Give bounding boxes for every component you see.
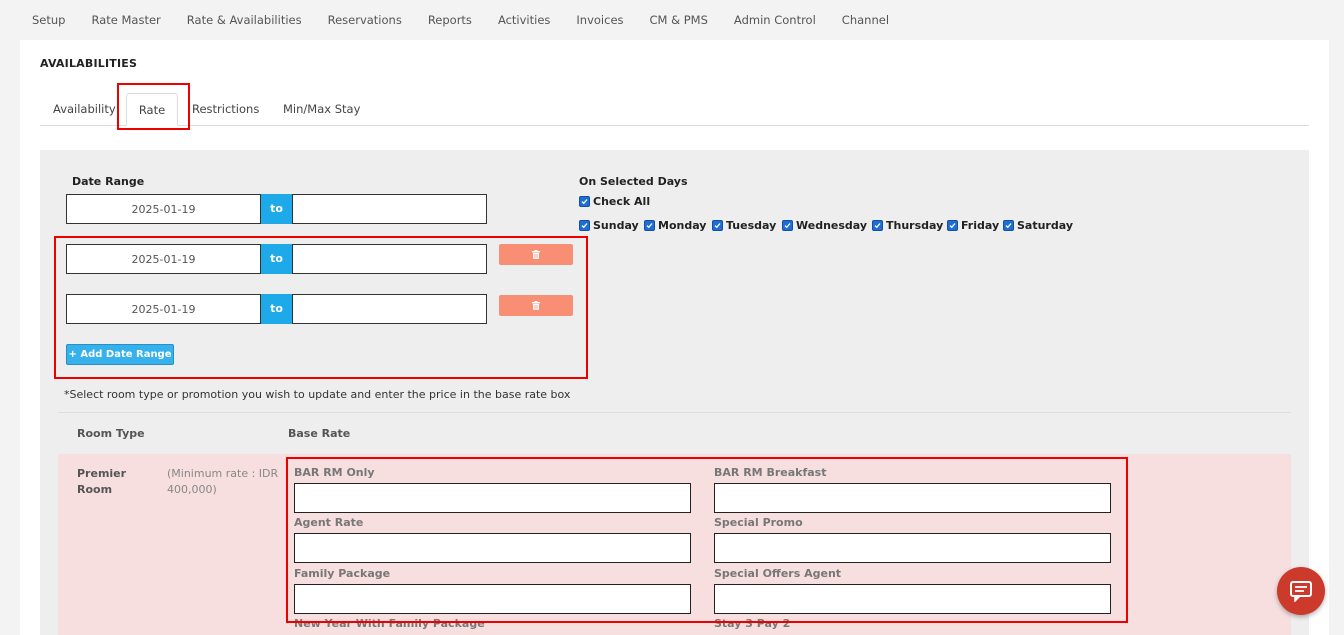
date-range-row: to	[66, 194, 487, 224]
day-label: Sunday	[593, 219, 639, 232]
day-label: Thursday	[886, 219, 944, 232]
rate-label: Family Package	[294, 567, 391, 580]
trash-icon	[532, 250, 540, 259]
day-checkbox-sunday[interactable]: Sunday	[579, 219, 639, 232]
rate-label: BAR RM Only	[294, 466, 375, 479]
rate-input-family-package[interactable]	[294, 584, 691, 614]
nav-reports[interactable]: Reports	[416, 13, 484, 27]
rate-input-bar-rm-only[interactable]	[294, 483, 691, 513]
rate-label: Stay 3 Pay 2	[714, 617, 791, 630]
nav-rate-master[interactable]: Rate Master	[79, 13, 172, 27]
date-to-input[interactable]	[292, 294, 487, 324]
nav-setup[interactable]: Setup	[0, 13, 77, 27]
main-panel: AVAILABILITIES Availability Rate Restric…	[20, 40, 1329, 635]
selected-days-label: On Selected Days	[579, 175, 688, 188]
room-name: Premier Room	[77, 467, 127, 496]
date-from-input[interactable]	[66, 194, 261, 224]
room-min-rate: (Minimum rate : IDR 400,000)	[167, 467, 279, 496]
day-label: Wednesday	[796, 219, 868, 232]
instruction-note: *Select room type or promotion you wish …	[64, 388, 571, 401]
day-checkbox-tuesday[interactable]: Tuesday	[712, 219, 776, 232]
tab-min-max-stay[interactable]: Min/Max Stay	[283, 93, 360, 126]
check-icon	[579, 196, 590, 207]
day-label: Saturday	[1017, 219, 1073, 232]
day-label: Monday	[658, 219, 707, 232]
check-icon	[712, 220, 723, 231]
date-range-row: to	[66, 244, 487, 274]
day-checkbox-wednesday[interactable]: Wednesday	[782, 219, 867, 232]
column-header-room-type: Room Type	[77, 427, 145, 440]
rate-input-agent-rate[interactable]	[294, 533, 691, 563]
nav-cm-pms[interactable]: CM & PMS	[638, 13, 720, 27]
date-from-input[interactable]	[66, 244, 261, 274]
chat-button[interactable]	[1277, 567, 1325, 615]
check-all-label: Check All	[593, 195, 651, 208]
day-checkbox-thursday[interactable]: Thursday	[872, 219, 943, 232]
rate-input-bar-rm-breakfast[interactable]	[714, 483, 1111, 513]
rate-label: Special Promo	[714, 516, 803, 529]
check-icon	[872, 220, 883, 231]
date-range-row: to	[66, 294, 487, 324]
nav-reservations[interactable]: Reservations	[316, 13, 414, 27]
rate-label: Agent Rate	[294, 516, 364, 529]
chat-icon	[1290, 581, 1312, 602]
trash-icon	[532, 301, 540, 310]
nav-invoices[interactable]: Invoices	[564, 13, 635, 27]
tab-restrictions[interactable]: Restrictions	[192, 93, 259, 126]
day-checkbox-monday[interactable]: Monday	[644, 219, 706, 232]
top-nav: Setup Rate Master Rate & Availabilities …	[0, 0, 889, 40]
nav-admin-control[interactable]: Admin Control	[722, 13, 828, 27]
date-range-label: Date Range	[72, 175, 145, 188]
day-label: Friday	[961, 219, 1000, 232]
rate-input-special-promo[interactable]	[714, 533, 1111, 563]
check-all-checkbox[interactable]: Check All	[579, 195, 650, 208]
date-from-input[interactable]	[66, 294, 261, 324]
date-to-input[interactable]	[292, 194, 487, 224]
day-checkbox-friday[interactable]: Friday	[947, 219, 999, 232]
nav-channel[interactable]: Channel	[830, 13, 901, 27]
rate-form: Date Range to to to + Add Date Range On …	[40, 150, 1309, 635]
day-checkbox-saturday[interactable]: Saturday	[1003, 219, 1073, 232]
day-label: Tuesday	[726, 219, 777, 232]
room-row: Premier Room (Minimum rate : IDR 400,000…	[58, 454, 1291, 635]
date-to-label: to	[261, 244, 292, 274]
divider	[58, 412, 1291, 413]
page-title: AVAILABILITIES	[40, 57, 138, 70]
date-to-label: to	[261, 294, 292, 324]
column-header-base-rate: Base Rate	[288, 427, 351, 440]
check-icon	[1003, 220, 1014, 231]
rate-label: Special Offers Agent	[714, 567, 842, 580]
tab-bar: Availability Rate Restrictions Min/Max S…	[40, 86, 1309, 126]
check-icon	[782, 220, 793, 231]
date-to-input[interactable]	[292, 244, 487, 274]
check-icon	[579, 220, 590, 231]
add-date-range-button[interactable]: + Add Date Range	[66, 344, 174, 365]
nav-rate-availabilities[interactable]: Rate & Availabilities	[175, 13, 314, 27]
tab-availability[interactable]: Availability	[53, 93, 116, 126]
rate-input-special-offers-agent[interactable]	[714, 584, 1111, 614]
check-icon	[947, 220, 958, 231]
tab-rate[interactable]: Rate	[126, 93, 178, 126]
rate-label: BAR RM Breakfast	[714, 466, 827, 479]
check-icon	[644, 220, 655, 231]
delete-date-range-button[interactable]	[499, 244, 573, 265]
nav-activities[interactable]: Activities	[486, 13, 562, 27]
rate-label: New Year With Family Package	[294, 617, 485, 630]
delete-date-range-button[interactable]	[499, 295, 573, 316]
date-to-label: to	[261, 194, 292, 224]
